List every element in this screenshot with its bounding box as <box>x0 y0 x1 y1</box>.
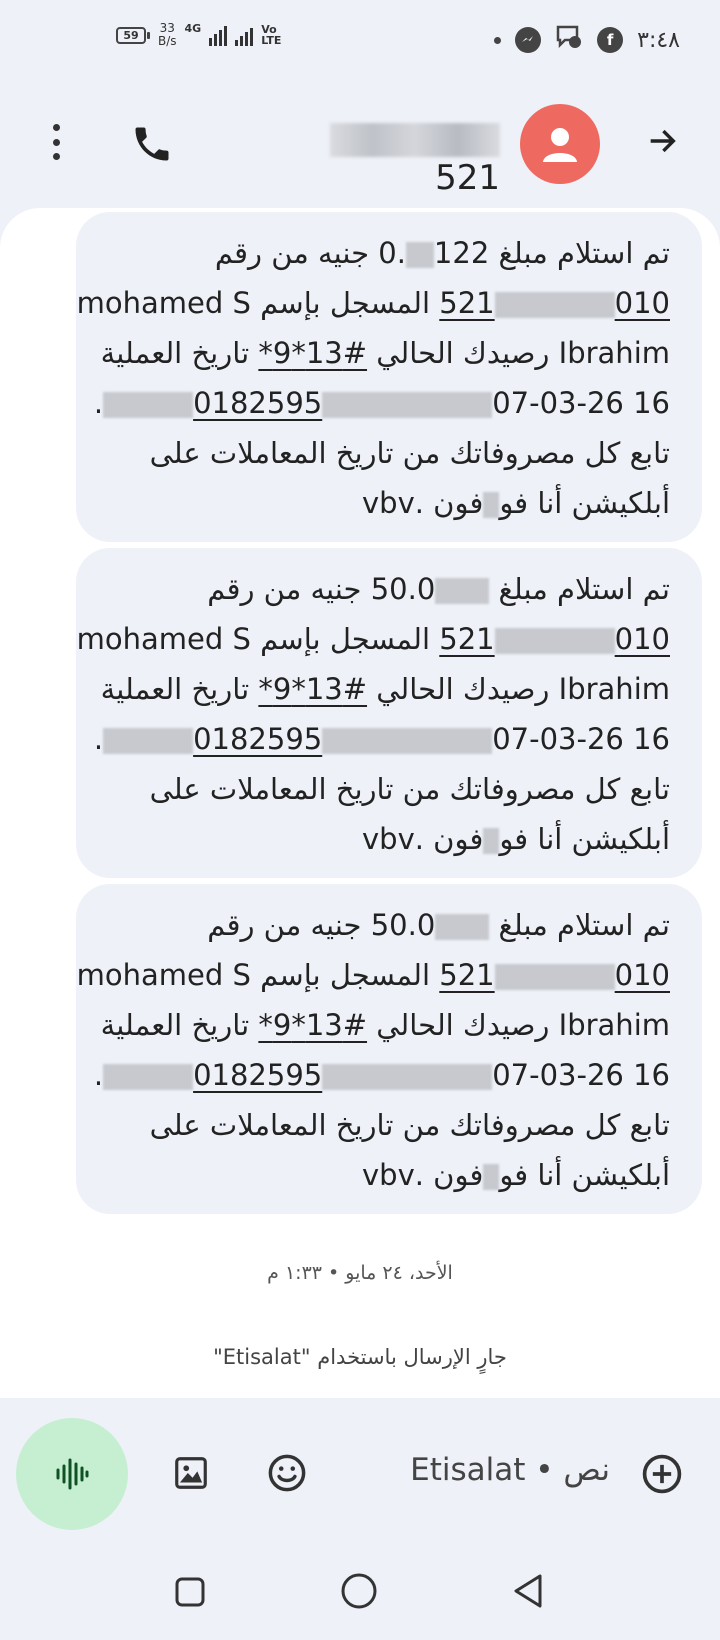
ussd-code-link[interactable]: #13*9* <box>258 672 367 706</box>
redacted-text <box>322 392 493 418</box>
status-bar-left: 59 33 B/s 4G Vo LTE <box>116 22 281 48</box>
system-nav-bar <box>0 1556 720 1626</box>
message-bubble[interactable]: تم استلام مبلغ 122.0 جنيه من رقم 010521 … <box>76 212 702 542</box>
notification-dot-icon <box>494 36 502 44</box>
phone-number-link[interactable]: 010521 <box>439 286 670 320</box>
redacted-text <box>405 242 434 268</box>
volte-icon: Vo LTE <box>261 23 282 47</box>
messenger-icon <box>515 27 542 53</box>
clock: ٣:٤٨ <box>637 27 680 53</box>
phone-call-icon[interactable] <box>130 122 174 170</box>
reference-number-link[interactable]: 0182595 <box>103 386 322 420</box>
reference-number-link[interactable]: 0182595 <box>103 722 322 756</box>
redacted-number <box>330 122 500 157</box>
redacted-text <box>435 578 490 604</box>
network-speed: 33 B/s <box>158 22 177 48</box>
contact-avatar[interactable] <box>520 104 600 184</box>
voice-message-button[interactable] <box>16 1418 128 1530</box>
reference-number-link[interactable]: 0182595 <box>103 1058 322 1092</box>
home-icon[interactable] <box>340 1572 378 1614</box>
conversation-header: 521 <box>0 100 720 198</box>
message-list[interactable]: تم استلام مبلغ 122.0 جنيه من رقم 010521 … <box>0 208 720 1398</box>
back-nav-icon[interactable] <box>510 1572 546 1614</box>
contact-number: 521 <box>270 118 500 198</box>
add-attachment-icon[interactable] <box>640 1452 684 1500</box>
signal-icon-2 <box>235 24 254 46</box>
facebook-icon: f <box>597 27 624 53</box>
emoji-icon[interactable] <box>266 1452 308 1498</box>
redacted-text <box>322 1064 493 1090</box>
redacted-text <box>483 828 500 854</box>
ussd-code-link[interactable]: #13*9* <box>258 336 367 370</box>
message-bubble[interactable]: تم استلام مبلغ 50.0 جنيه من رقم 010521 ا… <box>76 884 702 1214</box>
gallery-icon[interactable] <box>172 1454 210 1496</box>
more-options-icon[interactable] <box>44 122 68 162</box>
sending-via-label: جارٍ الإرسال باستخدام "Etisalat" <box>213 1345 507 1369</box>
redacted-text <box>483 1164 500 1190</box>
recent-apps-icon[interactable] <box>174 1576 206 1612</box>
phone-number-link[interactable]: 010521 <box>439 622 670 656</box>
phone-number-link[interactable]: 010521 <box>439 958 670 992</box>
compose-bar[interactable]: نص • Etisalat <box>144 1418 704 1530</box>
redacted-text <box>435 914 490 940</box>
network-gen-label: 4G <box>184 22 202 35</box>
status-bar: 59 33 B/s 4G Vo LTE f ٣:٤٨ <box>0 0 720 80</box>
message-input[interactable]: نص • Etisalat <box>410 1452 610 1488</box>
status-bar-right: f ٣:٤٨ <box>494 24 680 56</box>
ussd-code-link[interactable]: #13*9* <box>258 1008 367 1042</box>
message-bubble[interactable]: تم استلام مبلغ 50.0 جنيه من رقم 010521 ا… <box>76 548 702 878</box>
back-arrow-icon[interactable] <box>645 124 679 162</box>
chat-bubble-icon <box>555 24 583 56</box>
redacted-text <box>322 728 493 754</box>
redacted-text <box>483 492 500 518</box>
battery-level: 59 <box>116 26 146 44</box>
network-speed-unit: B/s <box>158 34 177 48</box>
battery-icon: 59 <box>116 26 150 44</box>
person-icon <box>543 128 577 162</box>
message-timestamp: الأحد، ٢٤ مايو • ١:٣٣ م <box>267 1262 453 1284</box>
waveform-icon <box>56 1458 89 1490</box>
signal-icon <box>209 24 228 46</box>
